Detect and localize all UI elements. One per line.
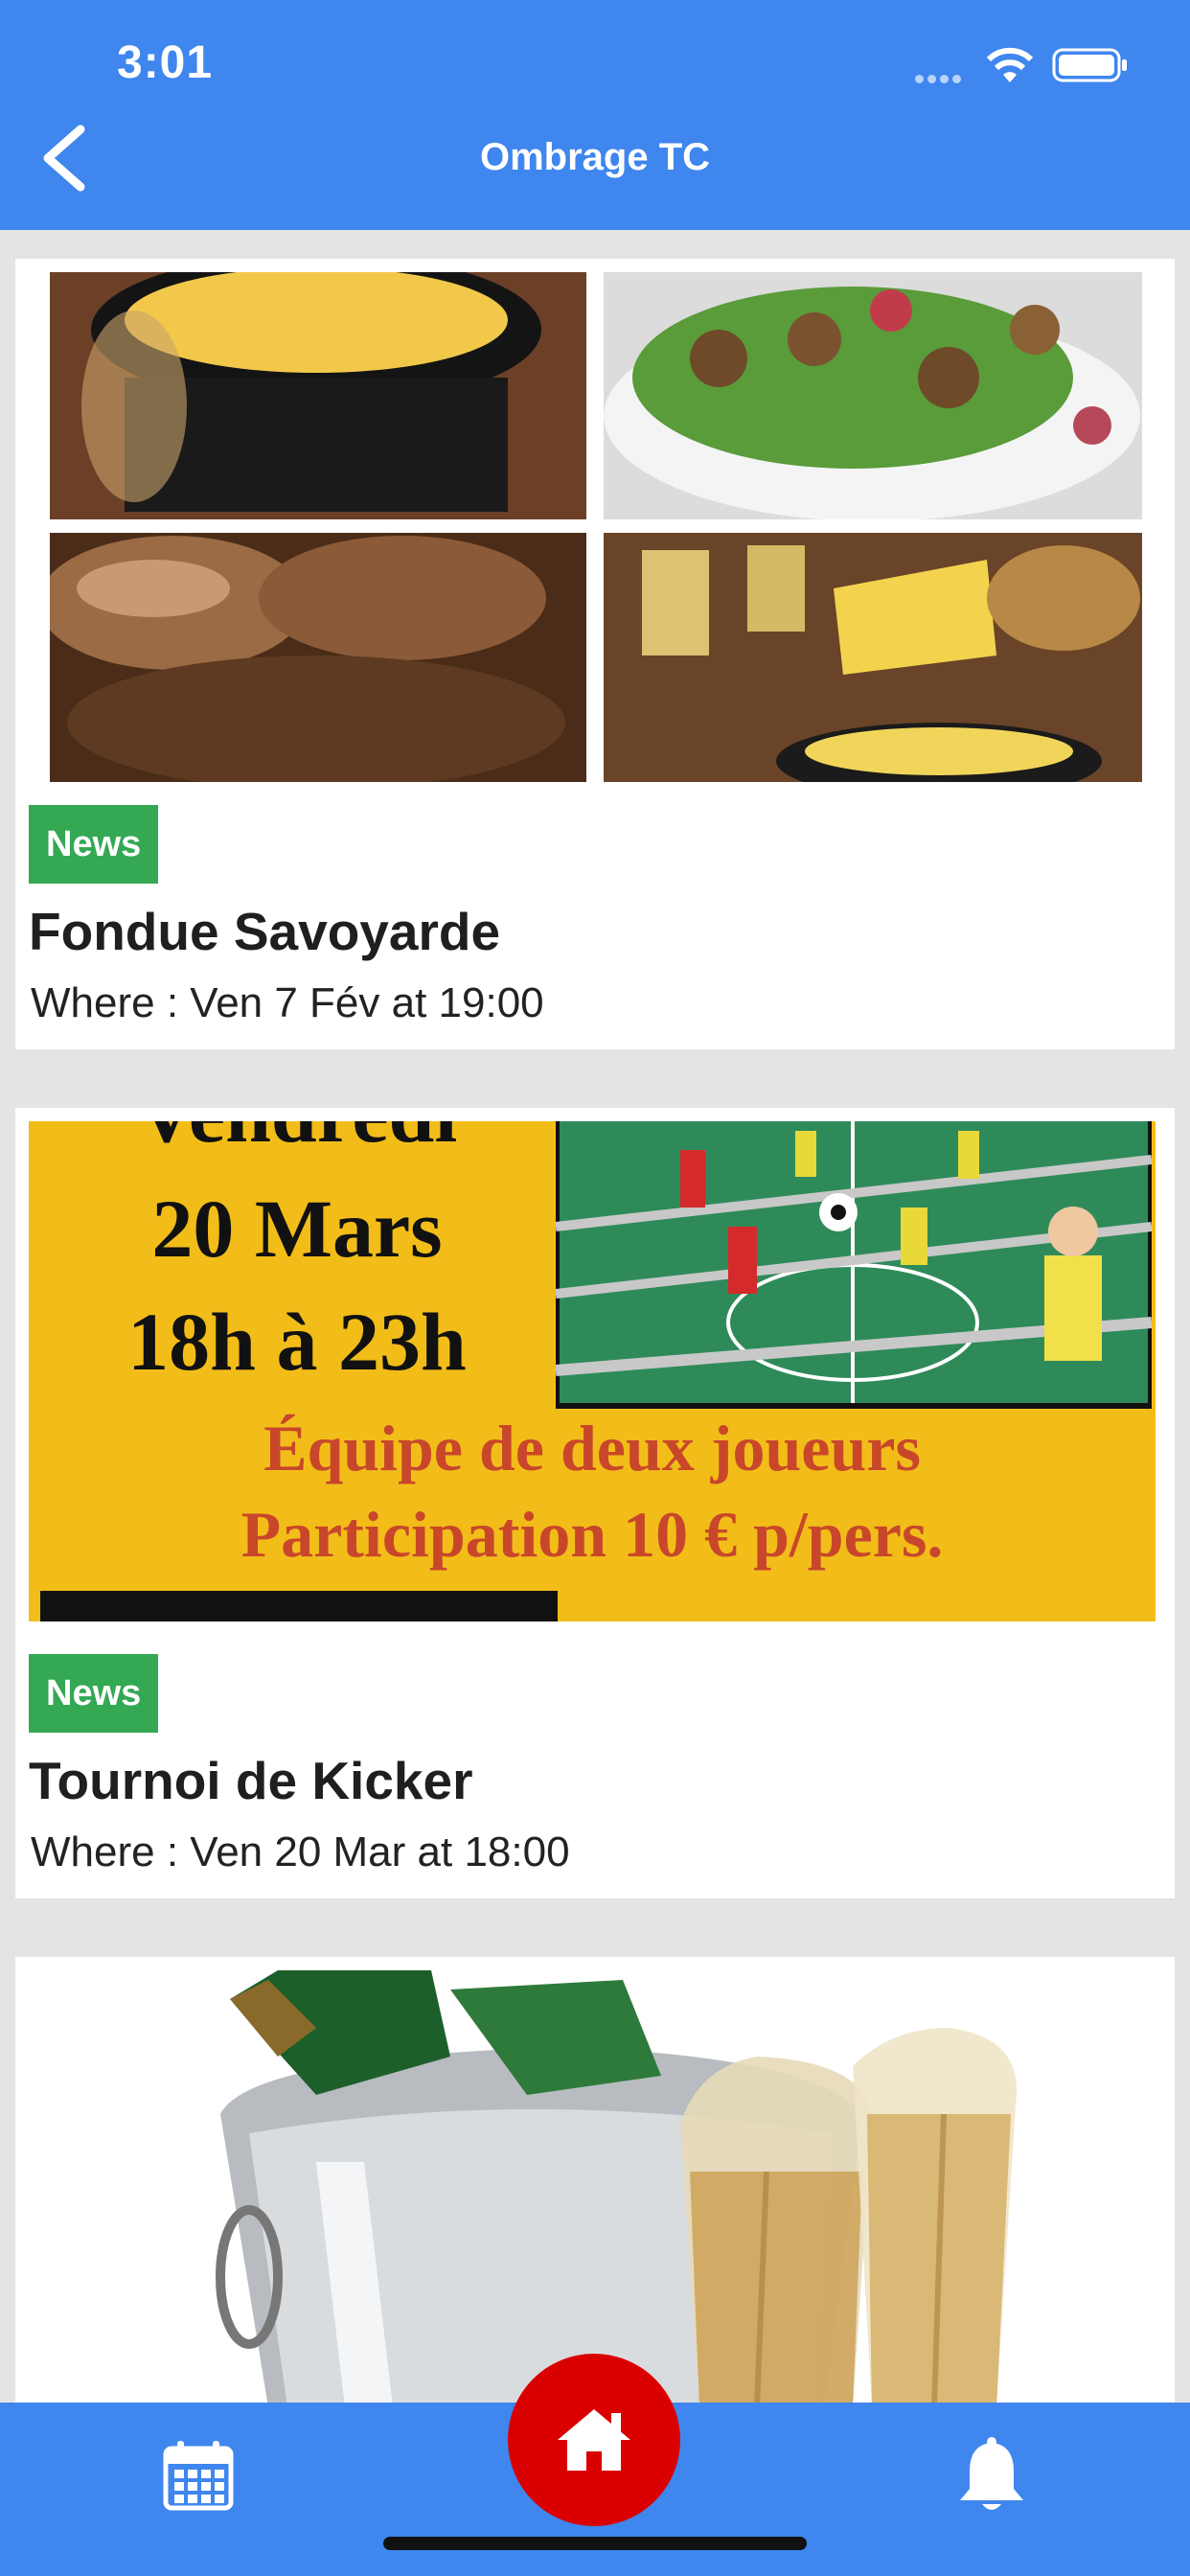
poster-weekday: Vendredi (29, 1121, 565, 1162)
app-header: 3:01 Ombrage TC (0, 0, 1190, 230)
kicker-poster: Vendredi 20 Mars 18h à 23h Équipe de deu… (29, 1121, 1156, 1622)
poster-team-text: Équipe de deux joueurs (263, 1412, 921, 1484)
event-title: Fondue Savoyarde (29, 902, 501, 961)
event-datetime: Where : Ven 7 Fév at 19:00 (31, 979, 544, 1026)
cellular-signal-icon (915, 71, 973, 83)
news-badge: News (29, 1654, 159, 1733)
event-card[interactable]: Vendredi 20 Mars 18h à 23h Équipe de deu… (15, 1108, 1175, 1898)
poster-lower-image (40, 1591, 558, 1622)
home-indicator (383, 2537, 807, 2550)
home-icon (558, 2409, 630, 2471)
bell-icon[interactable] (956, 2437, 1027, 2516)
calendar-icon[interactable] (163, 2439, 234, 2512)
home-button[interactable] (508, 2354, 680, 2526)
wifi-icon (985, 46, 1035, 84)
fondue-photo-collage (29, 272, 1156, 782)
poster-date: 20 Mars (151, 1183, 443, 1275)
champagne-photo (29, 1970, 1156, 2407)
foosball-table-photo (556, 1121, 1152, 1409)
event-datetime: Where : Ven 20 Mar at 18:00 (31, 1828, 570, 1875)
battery-icon (1052, 46, 1129, 84)
status-time: 3:01 (117, 37, 214, 88)
page-title: Ombrage TC (479, 136, 711, 178)
event-card[interactable] (15, 1957, 1175, 2407)
poster-fee-text: Participation 10 € p/pers. (240, 1498, 944, 1571)
news-badge: News (29, 805, 159, 884)
event-card[interactable]: News Fondue Savoyarde Where : Ven 7 Fév … (15, 259, 1175, 1049)
event-title: Tournoi de Kicker (29, 1751, 473, 1810)
poster-hours: 18h à 23h (127, 1296, 467, 1388)
